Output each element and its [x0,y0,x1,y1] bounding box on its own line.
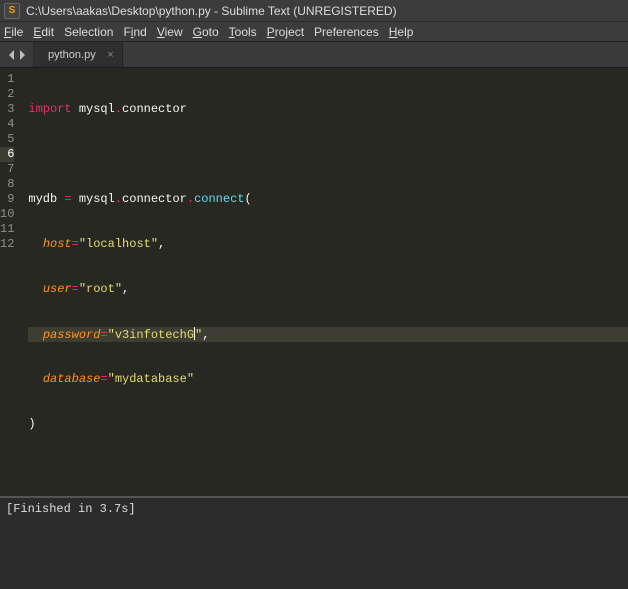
code-editor[interactable]: 123456789101112 import mysql.connector m… [0,68,628,496]
line-number: 10 [0,207,14,222]
menu-view[interactable]: View [157,25,183,39]
menu-project[interactable]: Project [267,25,304,39]
title-bar: S C:\Users\aakas\Desktop\python.py - Sub… [0,0,628,22]
close-icon[interactable]: × [107,49,113,61]
line-number: 7 [0,162,14,177]
menu-tools[interactable]: Tools [229,25,257,39]
app-icon: S [4,3,20,19]
line-number: 2 [0,87,14,102]
chevron-left-icon [8,50,16,60]
menu-bar: File Edit Selection Find View Goto Tools… [0,22,628,42]
line-number: 3 [0,102,14,117]
window-title: C:\Users\aakas\Desktop\python.py - Subli… [26,4,397,18]
line-number: 12 [0,237,14,252]
menu-file[interactable]: File [4,25,23,39]
menu-edit[interactable]: Edit [33,25,54,39]
build-output-panel: [Finished in 3.7s] [0,496,628,588]
line-number: 8 [0,177,14,192]
line-number-gutter: 123456789101112 [0,68,22,496]
console-output-line: [Finished in 3.7s] [6,502,622,516]
tab-nav-arrows[interactable] [0,42,34,67]
line-number: 5 [0,132,14,147]
tab-label: python.py [48,49,96,61]
menu-preferences[interactable]: Preferences [314,25,379,39]
menu-selection[interactable]: Selection [64,25,113,39]
line-number: 4 [0,117,14,132]
tab-python-py[interactable]: python.py × [34,42,123,67]
code-area[interactable]: import mysql.connector mydb = mysql.conn… [22,68,628,496]
menu-help[interactable]: Help [389,25,414,39]
tab-bar: python.py × [0,42,628,68]
line-number: 9 [0,192,14,207]
line-number: 11 [0,222,14,237]
line-number: 6 [0,147,14,162]
chevron-right-icon [18,50,26,60]
menu-find[interactable]: Find [123,25,146,39]
line-number: 1 [0,72,14,87]
menu-goto[interactable]: Goto [193,25,219,39]
